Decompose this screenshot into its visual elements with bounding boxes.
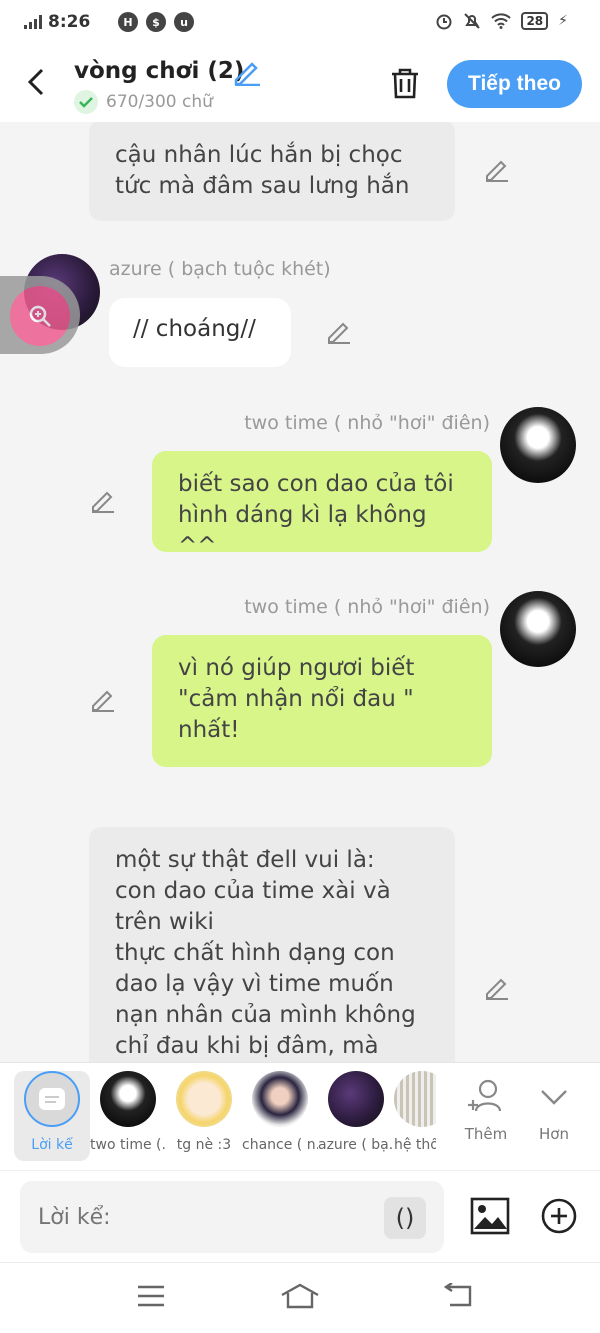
character-label: tg nè :3 bbox=[176, 1137, 232, 1153]
character-item[interactable]: two time (... bbox=[90, 1071, 166, 1153]
character-label: Lời kể bbox=[31, 1137, 73, 1153]
message-input[interactable] bbox=[20, 1181, 444, 1253]
add-character-label: Thêm bbox=[464, 1125, 508, 1143]
edit-icon[interactable] bbox=[484, 976, 510, 1000]
add-character-button[interactable]: Thêm bbox=[456, 1077, 516, 1143]
next-button[interactable]: Tiếp theo bbox=[447, 60, 582, 108]
edit-icon[interactable] bbox=[326, 320, 352, 344]
zoom-in-icon[interactable] bbox=[10, 286, 70, 346]
character-narration[interactable]: Lời kể bbox=[14, 1071, 90, 1161]
avatar bbox=[394, 1071, 436, 1127]
character-item[interactable]: hệ thố bbox=[394, 1071, 436, 1153]
signal-icon bbox=[24, 15, 42, 29]
edit-icon[interactable] bbox=[90, 688, 116, 712]
h-app-icon: H bbox=[118, 12, 138, 32]
avatar[interactable] bbox=[500, 407, 576, 483]
add-icon[interactable] bbox=[540, 1197, 578, 1235]
charging-icon: ⚡ bbox=[558, 13, 568, 29]
character-selector: Lời kể two time (... tg nè :3 chance ( n… bbox=[0, 1062, 600, 1170]
character-label: chance ( n... bbox=[242, 1137, 318, 1153]
message-bubble[interactable]: vì nó giúp ngươi biết "cảm nhận nổi đau … bbox=[152, 635, 492, 767]
status-bar: 8:26 H $ u 28 ⚡ bbox=[0, 0, 600, 46]
character-item[interactable]: chance ( n... bbox=[242, 1071, 318, 1153]
chevron-down-icon bbox=[541, 1090, 567, 1105]
battery-icon: 28 bbox=[521, 12, 549, 30]
back-icon[interactable] bbox=[22, 64, 52, 100]
character-label: azure ( bạ... bbox=[318, 1137, 394, 1153]
narration-bubble[interactable]: cậu nhân lúc hắn bị chọc tức mà đâm sau … bbox=[89, 122, 455, 221]
header: vòng chơi (2) 670/300 chữ Tiếp theo bbox=[0, 46, 600, 122]
edit-title-icon[interactable] bbox=[232, 58, 262, 86]
message-bubble[interactable]: // choáng// bbox=[109, 298, 291, 367]
shop-icon: $ bbox=[146, 12, 166, 32]
status-time: 8:26 bbox=[48, 12, 91, 32]
image-icon[interactable] bbox=[470, 1197, 510, 1235]
avatar[interactable] bbox=[500, 591, 576, 667]
avatar bbox=[176, 1071, 232, 1127]
trash-icon[interactable] bbox=[388, 66, 422, 100]
parenthesis-button[interactable]: () bbox=[384, 1197, 426, 1239]
avatar bbox=[100, 1071, 156, 1127]
page-title: vòng chơi (2) bbox=[74, 58, 245, 84]
character-name: two time ( nhỏ "hơi" điên) bbox=[244, 412, 490, 434]
check-icon bbox=[74, 90, 98, 114]
message-bubble[interactable]: biết sao con dao của tôi hình dáng kì lạ… bbox=[152, 451, 492, 559]
wifi-icon bbox=[491, 13, 512, 29]
avatar bbox=[328, 1071, 384, 1127]
zoom-overlay[interactable] bbox=[0, 276, 80, 354]
character-item[interactable]: tg nè :3 bbox=[166, 1071, 242, 1153]
system-nav-bar bbox=[0, 1262, 600, 1333]
expand-label: Hơn bbox=[539, 1125, 569, 1143]
chat-area[interactable]: cậu nhân lúc hắn bị chọc tức mà đâm sau … bbox=[0, 122, 600, 1062]
character-item[interactable]: azure ( bạ... bbox=[318, 1071, 394, 1153]
character-label: two time (... bbox=[90, 1137, 166, 1153]
edit-icon[interactable] bbox=[90, 489, 116, 513]
character-name: azure ( bạch tuộc khét) bbox=[109, 258, 331, 280]
menu-icon[interactable] bbox=[136, 1283, 166, 1309]
narration-bubble[interactable]: một sự thật đell vui là: con dao của tim… bbox=[89, 827, 455, 1062]
character-label: hệ thố bbox=[394, 1137, 436, 1153]
add-user-icon bbox=[468, 1079, 502, 1112]
home-icon[interactable] bbox=[280, 1283, 320, 1309]
expand-button[interactable]: Hơn bbox=[524, 1077, 584, 1143]
alarm-icon bbox=[436, 14, 452, 30]
character-name: two time ( nhỏ "hơi" điên) bbox=[244, 596, 490, 618]
word-count: 670/300 chữ bbox=[106, 92, 213, 112]
app-icon: u bbox=[174, 12, 194, 32]
avatar bbox=[252, 1071, 308, 1127]
input-bar: () bbox=[0, 1170, 600, 1262]
mute-icon bbox=[464, 13, 481, 29]
narration-icon bbox=[24, 1071, 80, 1127]
edit-icon[interactable] bbox=[484, 158, 510, 182]
back-nav-icon[interactable] bbox=[442, 1283, 474, 1309]
